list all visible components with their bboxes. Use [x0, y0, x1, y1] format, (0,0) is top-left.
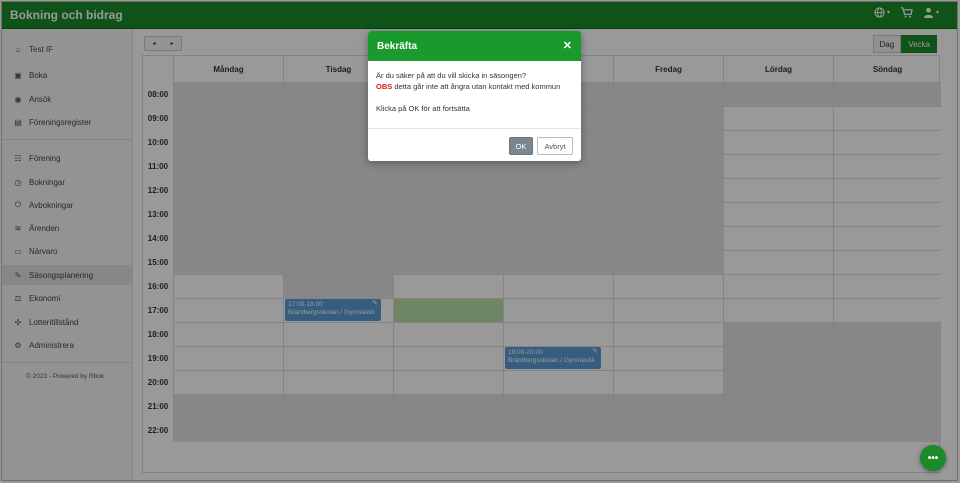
dialog-footer: OK Avbryt	[368, 128, 581, 161]
confirm-dialog: Bekräfta ✕ Är du säker på att du vill sk…	[368, 31, 581, 161]
dialog-instruction: Klicka på OK för att fortsätta	[376, 104, 470, 113]
dialog-body: Är du säker på att du vill skicka in säs…	[368, 61, 581, 114]
dialog-title: Bekräfta	[377, 40, 418, 52]
dialog-warning: OBS detta går inte att ångra utan kontak…	[376, 81, 573, 92]
cancel-button[interactable]: Avbryt	[537, 137, 573, 155]
more-actions-button[interactable]: •••	[920, 445, 946, 471]
close-icon[interactable]: ✕	[563, 39, 572, 52]
dialog-question: Är du säker på att du vill skicka in säs…	[376, 71, 527, 80]
dialog-header: Bekräfta ✕	[368, 31, 581, 61]
obs-label: OBS	[376, 82, 393, 91]
warning-text: detta går inte att ångra utan kontakt me…	[392, 82, 561, 91]
ok-button[interactable]: OK	[509, 137, 533, 155]
